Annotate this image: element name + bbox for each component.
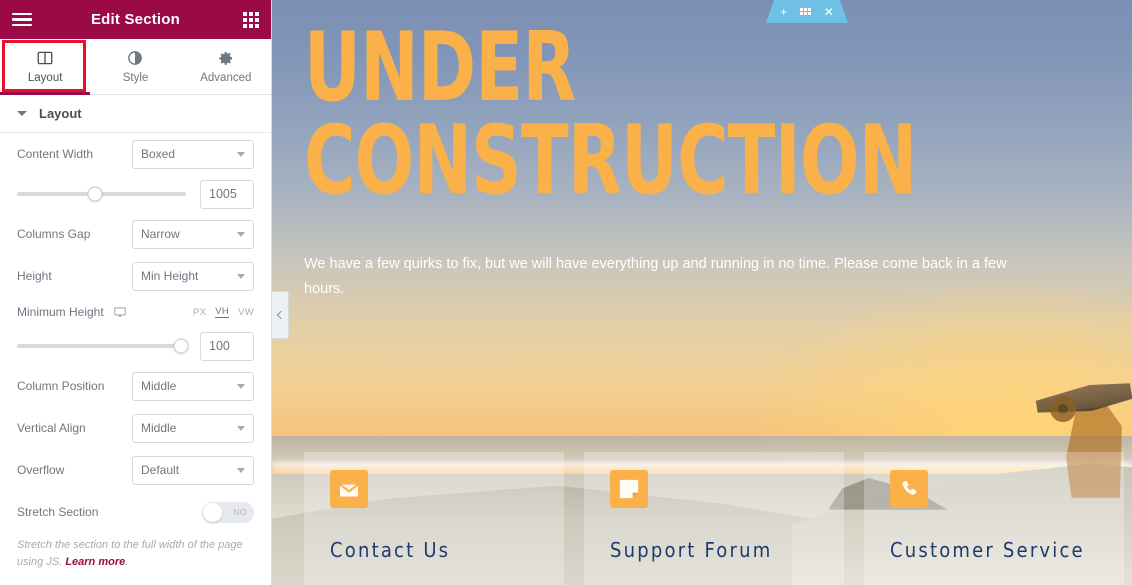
- control-vertical-align: Vertical Align Middle: [17, 407, 254, 449]
- minimum-height-label: Minimum Height: [17, 305, 104, 319]
- content-width-slider[interactable]: [17, 186, 186, 202]
- envelope-icon: [330, 470, 368, 508]
- minimum-height-slider-row: 100: [17, 327, 254, 365]
- tab-style-label: Style: [122, 72, 149, 84]
- stretch-description-suffix: .: [125, 556, 129, 569]
- tab-layout-label: Layout: [27, 72, 63, 84]
- tab-layout[interactable]: Layout: [0, 39, 91, 95]
- chevron-down-icon: [237, 467, 245, 473]
- control-column-position: Column Position Middle: [17, 365, 254, 407]
- close-icon[interactable]: ✕: [824, 6, 834, 18]
- chevron-down-icon: [237, 151, 245, 157]
- content-width-input[interactable]: 1005: [200, 179, 254, 209]
- feature-box-title: Contact Us: [330, 538, 451, 562]
- unit-vh[interactable]: VH: [215, 306, 230, 318]
- contrast-circle-icon: [128, 51, 143, 65]
- layout-section-header[interactable]: Layout: [0, 95, 271, 133]
- stretch-description-text: Stretch the section to the full width of…: [17, 539, 243, 569]
- hero-title-line1: UNDER: [304, 13, 576, 123]
- columns-gap-label: Columns Gap: [17, 227, 91, 241]
- stretch-section-state: NO: [233, 507, 247, 517]
- control-content-width: Content Width Boxed: [17, 133, 254, 175]
- feature-boxes: Contact Us Support Forum Customer Servic…: [304, 452, 1124, 585]
- monitor-icon[interactable]: [113, 305, 127, 319]
- control-overflow: Overflow Default: [17, 449, 254, 491]
- panel-tabs: Layout Style Advanced: [0, 39, 271, 95]
- height-select[interactable]: Min Height: [132, 261, 254, 291]
- feature-box-title: Support Forum: [610, 538, 773, 562]
- grid-icon[interactable]: [243, 11, 259, 28]
- height-value: Min Height: [141, 269, 199, 283]
- control-minimum-height: Minimum Height PX VH VW: [17, 297, 254, 327]
- stretch-section-toggle[interactable]: NO: [202, 501, 254, 523]
- unit-px[interactable]: PX: [193, 307, 206, 318]
- feature-box-title: Customer Service: [890, 538, 1085, 562]
- chevron-down-icon: [237, 231, 245, 237]
- feature-box-support-forum[interactable]: Support Forum: [584, 452, 844, 585]
- phone-icon: [890, 470, 928, 508]
- column-position-select[interactable]: Middle: [132, 371, 254, 401]
- hero-paragraph: We have a few quirks to fix, but we will…: [304, 256, 1007, 298]
- minimum-height-slider[interactable]: [17, 338, 189, 354]
- content-width-label: Content Width: [17, 147, 94, 161]
- chevron-left-icon: [276, 310, 286, 320]
- content-width-slider-row: 1005: [17, 175, 254, 213]
- content-width-slider-handle[interactable]: [87, 186, 103, 202]
- gear-icon: [219, 52, 232, 65]
- panel-collapse-button[interactable]: [272, 291, 289, 339]
- toggle-knob: [203, 502, 222, 522]
- tab-advanced[interactable]: Advanced: [181, 39, 271, 94]
- layout-columns-icon: [37, 51, 53, 65]
- content-width-select[interactable]: Boxed: [132, 139, 254, 169]
- panel-body: Content Width Boxed 1005 Columns Gap Nar…: [0, 133, 271, 585]
- plus-icon[interactable]: +: [780, 6, 787, 18]
- height-label: Height: [17, 269, 52, 283]
- tab-advanced-label: Advanced: [200, 72, 252, 84]
- column-position-label: Column Position: [17, 379, 105, 393]
- learn-more-link[interactable]: Learn more: [65, 556, 125, 568]
- hero-section: UNDER CONSTRUCTION We have a few quirks …: [304, 13, 1132, 302]
- minimum-height-units: PX VH VW: [193, 306, 254, 318]
- chevron-down-icon: [237, 273, 245, 279]
- overflow-select[interactable]: Default: [132, 455, 254, 485]
- minimum-height-slider-handle[interactable]: [173, 338, 189, 354]
- vertical-align-value: Middle: [141, 421, 177, 435]
- stretch-section-description: Stretch the section to the full width of…: [17, 533, 254, 571]
- vertical-align-select[interactable]: Middle: [132, 413, 254, 443]
- chevron-down-icon: [237, 425, 245, 431]
- columns-gap-select[interactable]: Narrow: [132, 219, 254, 249]
- overflow-label: Overflow: [17, 463, 65, 477]
- minimum-height-input[interactable]: 100: [200, 331, 254, 361]
- unit-vw[interactable]: VW: [238, 307, 254, 318]
- feature-box-customer-service[interactable]: Customer Service: [864, 452, 1124, 585]
- vertical-align-label: Vertical Align: [17, 421, 86, 435]
- content-width-number: 1005: [209, 187, 237, 201]
- editor-panel: Edit Section Layout Style Advanced Layou…: [0, 0, 272, 585]
- hero-title-line2: CONSTRUCTION: [304, 106, 917, 217]
- control-stretch-section: Stretch Section NO: [17, 491, 254, 533]
- panel-header: Edit Section: [0, 0, 271, 39]
- feature-box-contact-us[interactable]: Contact Us: [304, 452, 564, 585]
- minimum-height-number: 100: [209, 339, 230, 353]
- caret-down-icon: [17, 111, 27, 116]
- chevron-down-icon: [237, 383, 245, 389]
- control-height: Height Min Height: [17, 255, 254, 297]
- overflow-value: Default: [141, 463, 180, 477]
- elementor-editor: Edit Section Layout Style Advanced Layou…: [0, 0, 1132, 585]
- tab-style[interactable]: Style: [90, 39, 180, 94]
- control-columns-gap: Columns Gap Narrow: [17, 213, 254, 255]
- stretch-section-label: Stretch Section: [17, 505, 99, 519]
- section-toolbar: + ✕: [766, 0, 848, 23]
- columns-gap-value: Narrow: [141, 227, 180, 241]
- drag-dots-icon[interactable]: [800, 8, 811, 15]
- content-width-value: Boxed: [141, 147, 176, 161]
- panel-title: Edit Section: [90, 11, 181, 28]
- hamburger-icon[interactable]: [12, 12, 32, 27]
- note-page-icon: [610, 470, 648, 508]
- preview-canvas: + ✕ UNDER CONSTRUCTION We have a few qui…: [272, 0, 1132, 585]
- layout-section-title: Layout: [39, 106, 82, 121]
- column-position-value: Middle: [141, 379, 177, 393]
